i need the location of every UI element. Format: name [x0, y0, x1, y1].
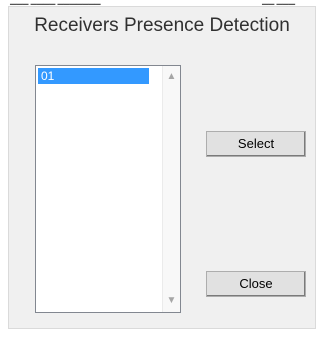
select-button[interactable]: Select: [206, 131, 306, 157]
vertical-scrollbar[interactable]: ▲ ▼: [162, 66, 180, 312]
receivers-listbox[interactable]: 01 ▲ ▼: [35, 65, 181, 313]
chevron-up-icon[interactable]: ▲: [163, 70, 180, 84]
close-button[interactable]: Close: [206, 271, 306, 297]
receivers-presence-dialog: Receivers Presence Detection 01 ▲ ▼ Sele…: [8, 6, 316, 329]
list-item-selected[interactable]: 01: [38, 68, 149, 84]
chevron-down-icon[interactable]: ▼: [163, 294, 180, 308]
dialog-title: Receivers Presence Detection: [34, 15, 290, 36]
